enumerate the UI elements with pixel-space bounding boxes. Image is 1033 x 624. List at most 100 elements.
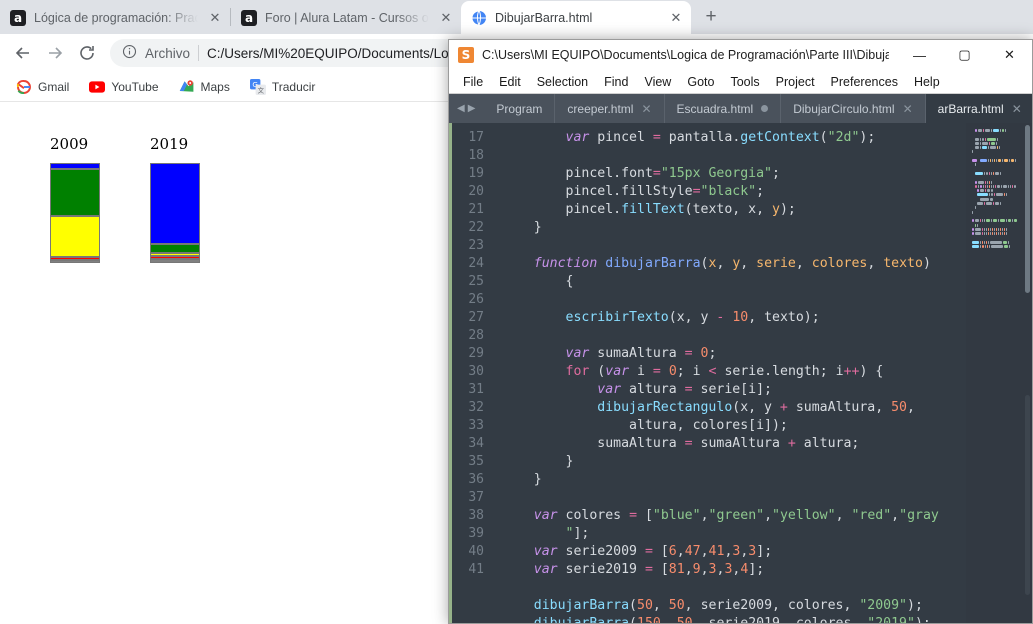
code-line[interactable]: for (var i = 0; i < serie.length; i++) { <box>502 363 966 381</box>
code-line[interactable]: { <box>502 273 966 291</box>
minimap-token <box>1006 232 1007 236</box>
code-line[interactable]: var serie2009 = [6,47,41,3,3]; <box>502 543 966 561</box>
minimap-token <box>990 197 993 201</box>
menu-item-project[interactable]: Project <box>768 73 823 91</box>
close-icon[interactable]: ✕ <box>437 9 455 27</box>
minimap-token <box>985 184 986 188</box>
alura-icon: a <box>10 9 26 26</box>
new-tab-button[interactable]: + <box>697 3 725 31</box>
menu-item-find[interactable]: Find <box>596 73 636 91</box>
bookmark-maps[interactable]: Maps <box>171 76 238 98</box>
code-line[interactable]: } <box>502 471 966 489</box>
minimap-token <box>994 232 995 236</box>
menu-item-help[interactable]: Help <box>906 73 948 91</box>
minimap-token <box>997 184 1000 188</box>
minimap-line <box>970 240 1026 244</box>
minimap-token <box>980 240 981 244</box>
code-content[interactable]: var pincel = pantalla.getContext("2d"); … <box>492 123 966 623</box>
line-number: 35 <box>468 454 484 469</box>
menu-item-tools[interactable]: Tools <box>722 73 767 91</box>
code-line[interactable] <box>502 489 966 507</box>
arrow-left-icon[interactable] <box>8 38 38 68</box>
browser-tab-1[interactable]: a Foro | Alura Latam - Cursos onlin ✕ <box>231 1 461 34</box>
tab-scroll-arrows[interactable]: ◀ ▶ <box>449 94 483 123</box>
code-minimap[interactable] <box>966 123 1032 623</box>
minimap-token <box>975 129 977 132</box>
code-line[interactable] <box>502 291 966 309</box>
close-icon[interactable]: ✕ <box>641 102 651 116</box>
code-line[interactable]: dibujarBarra(50, 50, serie2009, colores,… <box>502 597 966 615</box>
minimap-token <box>975 223 976 227</box>
code-line[interactable]: } <box>502 453 966 471</box>
code-line[interactable]: var pincel = pantalla.getContext("2d"); <box>502 129 966 147</box>
chevron-right-icon[interactable]: ▶ <box>468 103 476 114</box>
code-line[interactable]: } <box>502 219 966 237</box>
minimap-line <box>970 245 1026 249</box>
minimap-viewport-indicator[interactable] <box>1025 125 1030 293</box>
close-button[interactable]: ✕ <box>987 40 1032 70</box>
code-line[interactable]: var serie2019 = [81,9,3,3,4]; <box>502 561 966 579</box>
code-line[interactable]: pincel.fillText(texto, x, y); <box>502 201 966 219</box>
minimap-token <box>987 180 988 184</box>
minimize-button[interactable]: — <box>897 40 942 70</box>
menu-item-preferences[interactable]: Preferences <box>823 73 906 91</box>
editor-tab-escuadra[interactable]: Escuadra.html <box>663 94 781 123</box>
minimap-scrollbar[interactable] <box>1025 395 1030 595</box>
bar-segment-yellow <box>50 216 100 257</box>
editor-tab-program[interactable]: Program <box>483 94 554 123</box>
close-icon[interactable]: ✕ <box>1012 102 1022 116</box>
menu-item-selection[interactable]: Selection <box>529 73 596 91</box>
minimap-token <box>991 184 992 188</box>
minimap-line <box>970 197 1026 201</box>
reload-icon[interactable] <box>72 38 102 68</box>
minimap-token <box>972 159 977 163</box>
menu-item-file[interactable]: File <box>455 73 491 91</box>
bookmark-gmail[interactable]: Gmail <box>8 76 77 98</box>
minimap-token <box>994 193 995 197</box>
editor-tab-dibujarbarra[interactable]: arBarra.html ✕ <box>924 94 1032 123</box>
minimap-token <box>982 227 983 231</box>
code-line[interactable] <box>502 237 966 255</box>
chevron-left-icon[interactable]: ◀ <box>457 103 465 114</box>
arrow-right-icon[interactable] <box>40 38 70 68</box>
code-line[interactable] <box>502 579 966 597</box>
sublime-title-bar[interactable]: S C:\Users\MI EQUIPO\Documents\Logica de… <box>449 40 1032 70</box>
minimap-token <box>990 159 991 163</box>
browser-tab-0[interactable]: a Lógica de programación: Practica ✕ <box>0 1 230 34</box>
code-line[interactable]: var altura = serie[i]; <box>502 381 966 399</box>
minimap-token <box>1009 159 1010 163</box>
maximize-button[interactable]: ▢ <box>942 40 987 70</box>
minimap-token <box>1000 227 1001 231</box>
editor-tab-dibujarcirculo[interactable]: DibujarCirculo.html ✕ <box>780 94 924 123</box>
close-icon[interactable]: ✕ <box>903 102 913 116</box>
editor-tab-creeper[interactable]: creeper.html ✕ <box>554 94 663 123</box>
code-line[interactable]: var sumaAltura = 0; <box>502 345 966 363</box>
code-line[interactable] <box>502 147 966 165</box>
code-line[interactable]: sumaAltura = sumaAltura + altura; <box>502 435 966 453</box>
code-line[interactable]: altura, colores[i]); <box>502 417 966 435</box>
globe-icon <box>471 10 487 26</box>
menu-item-goto[interactable]: Goto <box>679 73 722 91</box>
bookmark-youtube[interactable]: YouTube <box>81 76 166 98</box>
code-editor[interactable]: 17 18 19 20 21 22 23 24 25 26 27 28 29 30 31 32 33 34 35 36… <box>449 123 1032 623</box>
unsaved-dot-icon[interactable] <box>761 105 769 112</box>
minimap-token <box>984 232 985 236</box>
bookmark-traducir[interactable]: G 文 Traducir <box>242 76 324 98</box>
minimap-token <box>972 245 979 249</box>
code-line[interactable]: function dibujarBarra(x, y, serie, color… <box>502 255 966 273</box>
close-icon[interactable]: ✕ <box>206 9 224 27</box>
code-line[interactable]: pincel.font="15px Georgia"; <box>502 165 966 183</box>
menu-item-edit[interactable]: Edit <box>491 73 529 91</box>
code-line[interactable]: dibujarBarra(150, 50, serie2019, colores… <box>502 615 966 623</box>
menu-item-view[interactable]: View <box>636 73 679 91</box>
code-line[interactable]: pincel.fillStyle="black"; <box>502 183 966 201</box>
code-line[interactable]: dibujarRectangulo(x, y + sumaAltura, 50, <box>502 399 966 417</box>
minimap-token <box>995 184 996 188</box>
code-line[interactable]: escribirTexto(x, y - 10, texto); <box>502 309 966 327</box>
code-line[interactable]: var colores = ["blue","green","yellow", … <box>502 507 966 525</box>
code-line[interactable]: "]; <box>502 525 966 543</box>
code-line[interactable] <box>502 327 966 345</box>
browser-tab-2[interactable]: DibujarBarra.html ✕ <box>461 1 691 34</box>
minimap-token <box>972 150 973 154</box>
close-icon[interactable]: ✕ <box>667 9 685 27</box>
